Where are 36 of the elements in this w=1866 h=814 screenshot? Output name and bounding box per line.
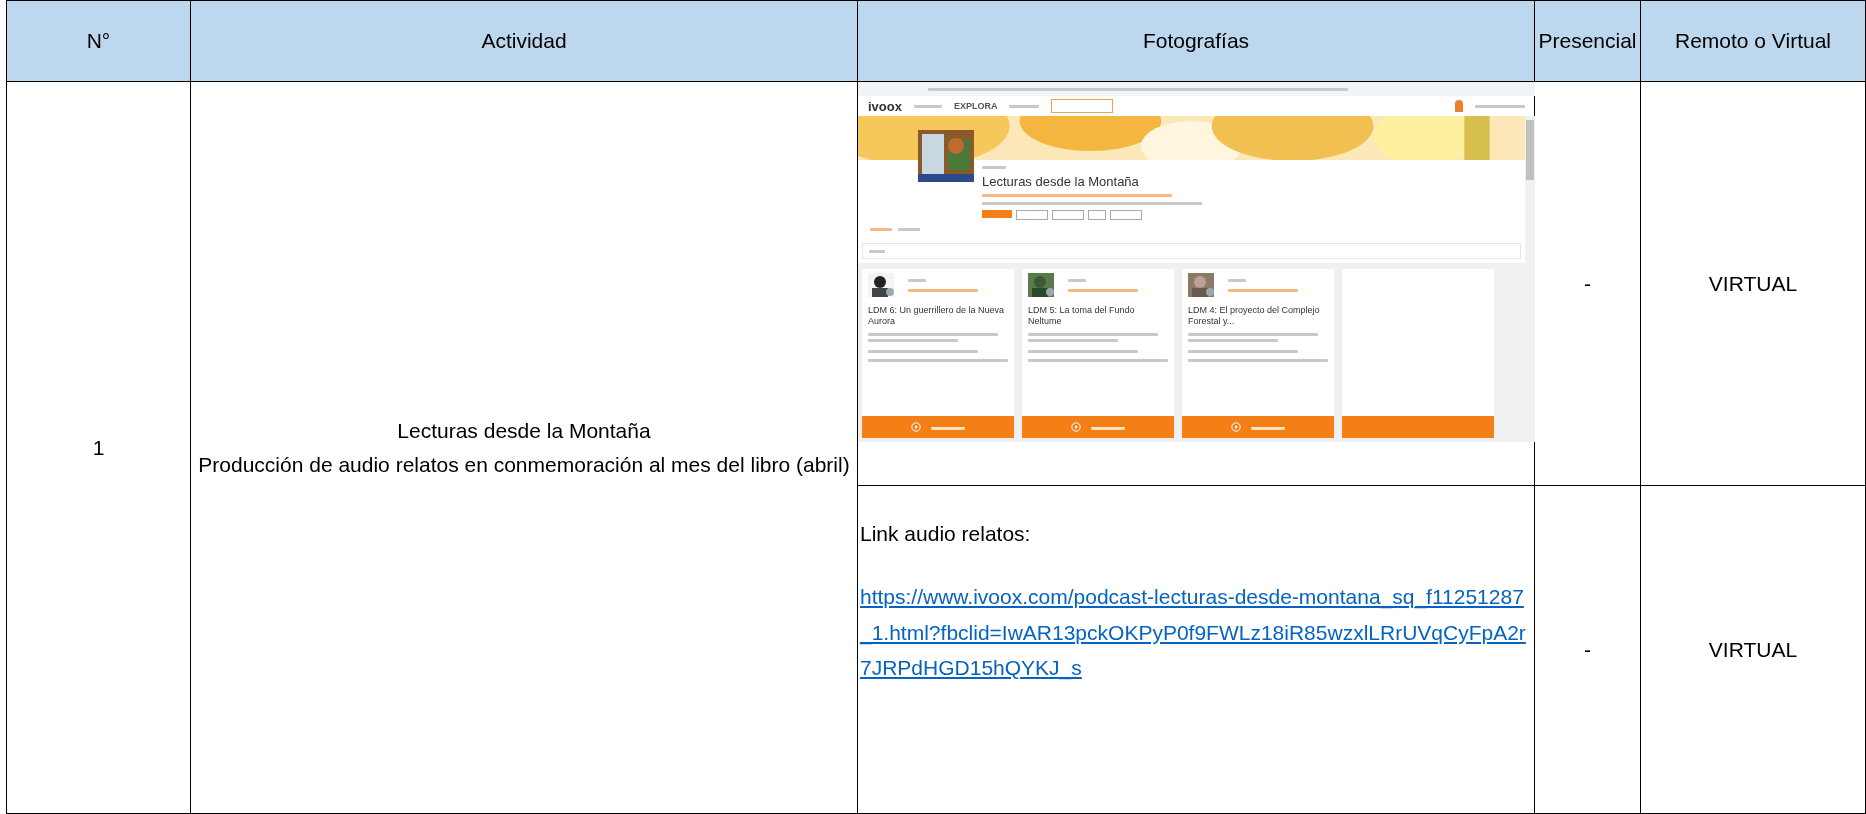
action-button[interactable]	[1110, 210, 1142, 220]
download-button[interactable]	[1051, 99, 1114, 113]
episode-card[interactable]: LDM 5: La toma del Fundo Neltume	[1022, 269, 1174, 438]
audio-link[interactable]: https://www.ivoox.com/podcast-lecturas-desde-montana_sq_f11251287_1.html?fbclid=IwAR13pckOKPyP0f9FWLz18iR85wzxlLRrUVqCyFpA2r7JRPdHGD15hQYKJ_s	[860, 579, 1532, 686]
play-button[interactable]	[1022, 416, 1174, 438]
activity-text: Producción de audio relatos en conmemoración al mes del libro (abril)	[198, 451, 850, 478]
remote-value: VIRTUAL	[1708, 637, 1798, 661]
column-header: Remoto o Virtual	[1640, 0, 1866, 82]
episode-title: LDM 5: La toma del Fundo Neltume	[1027, 304, 1136, 327]
row-number: 1	[92, 435, 105, 459]
action-button[interactable]	[1052, 210, 1084, 220]
podcast-title: Lecturas desde la Montaña	[982, 174, 1140, 189]
action-button[interactable]	[1088, 210, 1106, 220]
scrollbar[interactable]	[1525, 116, 1535, 442]
presencial-value: -	[1584, 637, 1591, 661]
episode-card[interactable]: LDM 4: El proyecto del Complejo Forestal y...	[1182, 269, 1334, 438]
play-button[interactable]	[1182, 416, 1334, 438]
site-logo: ivoox	[868, 98, 902, 114]
play-icon	[1071, 422, 1081, 432]
user-avatar-icon	[1455, 100, 1463, 112]
column-header: Actividad	[190, 0, 858, 82]
episode-card[interactable]: LDM 6: Un guerrillero de la Nueva Aurora	[862, 269, 1014, 438]
presencial-value: -	[1584, 271, 1591, 295]
play-icon	[911, 422, 921, 432]
activity-text: Lecturas desde la Montaña	[397, 417, 651, 444]
play-button[interactable]	[862, 416, 1014, 438]
episode-title: LDM 4: El proyecto del Complejo Forestal y...	[1187, 304, 1321, 327]
link-label: Link audio relatos:	[860, 521, 1031, 547]
play-icon	[1231, 422, 1241, 432]
episode-title: LDM 6: Un guerrillero de la Nueva Aurora	[867, 304, 1006, 327]
nav-tab[interactable]: EXPLORA	[953, 101, 998, 111]
remote-value: VIRTUAL	[1708, 271, 1798, 295]
column-header: N°	[6, 0, 191, 82]
column-header: Presencial	[1534, 0, 1641, 82]
action-button[interactable]	[1016, 210, 1048, 220]
column-header: Fotografías	[857, 0, 1535, 82]
